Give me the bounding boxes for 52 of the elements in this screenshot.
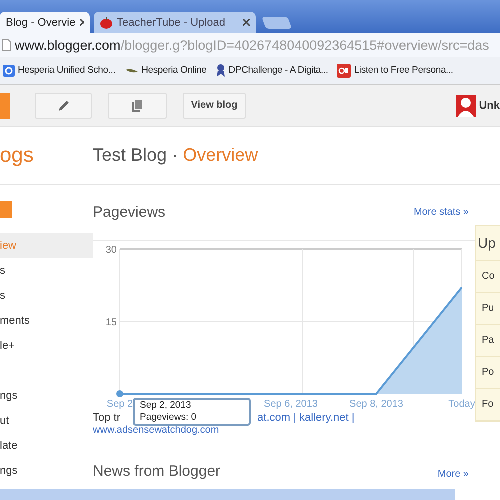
sidebar-item[interactable]: ut: [0, 408, 93, 433]
x-tick-label: Sep 6, 2013: [264, 399, 318, 410]
brand-title: ogs: [0, 144, 35, 168]
documents-icon: [131, 98, 144, 112]
traffic-links[interactable]: at.com | kallery.net |: [258, 412, 355, 424]
section-title: Pageviews: [93, 204, 166, 221]
posts-button[interactable]: [108, 92, 167, 118]
page-title: Overview: [183, 145, 258, 166]
app-icon: [337, 64, 352, 78]
avatar-icon[interactable]: [456, 94, 476, 116]
ribbon-icon: [216, 64, 226, 78]
browser-tab[interactable]: TeacherTube - Upload: [94, 12, 256, 33]
panel-item[interactable]: Pa: [476, 325, 500, 357]
panel-item[interactable]: Po: [476, 357, 500, 389]
bookmark[interactable]: Hesperia Online: [124, 65, 207, 76]
blog-title: Test Blog: [93, 145, 168, 166]
edit-button[interactable]: [35, 92, 92, 118]
y-tick-label: 30: [106, 245, 117, 256]
sidebar-item[interactable]: s: [0, 258, 93, 283]
y-tick-label: 15: [106, 318, 117, 328]
sidebar-item[interactable]: ngs: [0, 458, 93, 483]
new-tab-button[interactable]: [262, 17, 292, 29]
more-link[interactable]: More »: [438, 469, 469, 480]
tooltip-value: Pageviews: 0: [140, 412, 198, 424]
bookmark[interactable]: DPChallenge - A Digita...: [216, 64, 328, 78]
sidebar-item[interactable]: late: [0, 433, 93, 458]
title-separator: ·: [171, 145, 180, 166]
x-tick-label: Sep 2: [106, 399, 134, 410]
section-title: News from Blogger: [93, 463, 221, 480]
data-point[interactable]: [116, 390, 124, 398]
panel-title: Up: [476, 226, 500, 261]
google-icon: [3, 64, 15, 76]
tooltip-date: Sep 2, 2013: [140, 400, 192, 412]
x-tick-label: Sep 8, 2013: [350, 399, 404, 410]
bookmark[interactable]: Hesperia Unified Scho...: [3, 64, 116, 76]
browser-tab[interactable]: Blog - Overvie: [0, 12, 90, 33]
panel-item[interactable]: Fo: [476, 389, 500, 421]
view-blog-button[interactable]: View blog: [183, 92, 246, 118]
pencil-icon: [56, 98, 70, 112]
sidebar-item[interactable]: ngs: [0, 383, 93, 408]
traffic-label: Top tr: [93, 412, 121, 424]
x-tick-label: Today: [448, 399, 475, 410]
sidebar-item[interactable]: s: [0, 283, 93, 308]
panel-item[interactable]: Pu: [476, 293, 500, 325]
account-name[interactable]: Unk: [479, 100, 500, 112]
apple-icon: [100, 16, 113, 28]
more-stats-link[interactable]: More stats »: [414, 207, 469, 218]
sidebar-item[interactable]: le+: [0, 333, 93, 358]
bookmark[interactable]: Listen to Free Persona...: [337, 64, 454, 78]
sidebar-item[interactable]: ments: [0, 308, 93, 333]
panel-item[interactable]: Co: [476, 261, 500, 293]
traffic-link[interactable]: www.adsensewatchdog.com: [93, 425, 475, 437]
